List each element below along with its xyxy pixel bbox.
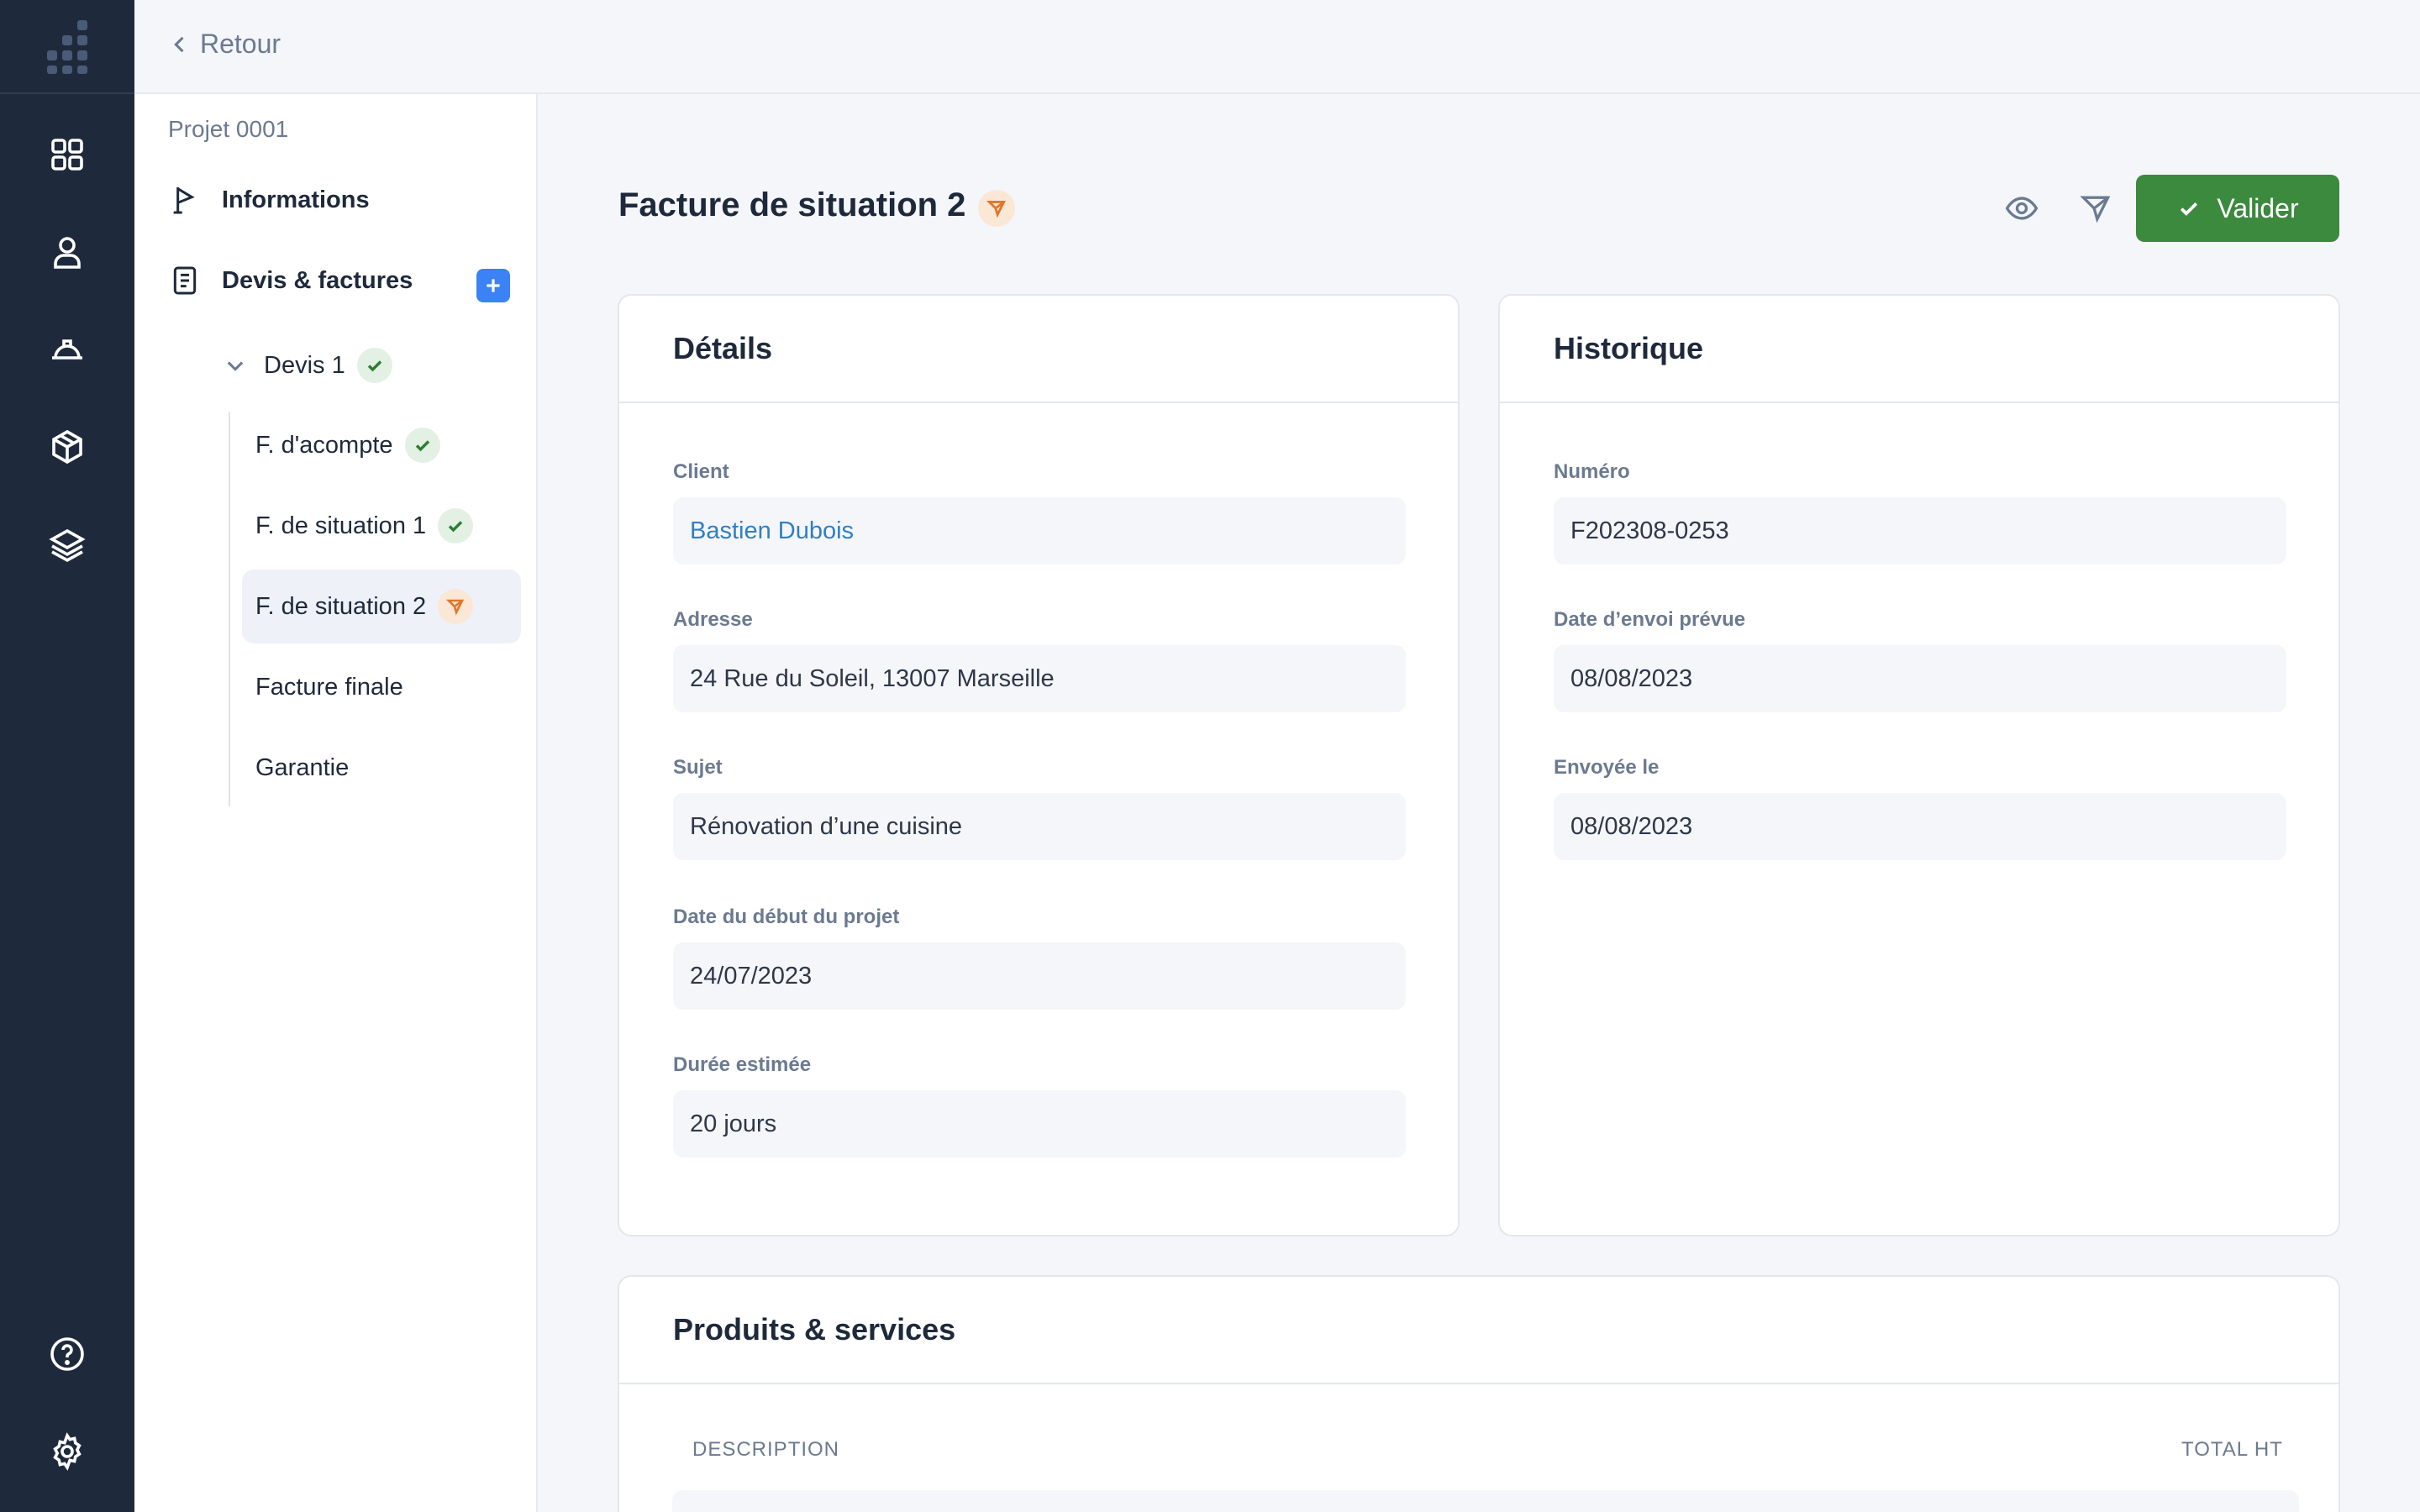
check-icon (367, 360, 381, 372)
back-label: Retour (200, 29, 281, 59)
dashboard-icon[interactable] (39, 126, 96, 183)
validate-button[interactable]: Valider (2136, 175, 2339, 242)
date-debut-field: 24/07/2023 (673, 942, 1406, 1010)
client-label: Client (673, 460, 729, 483)
duree-field: 20 jours (673, 1090, 1406, 1158)
pending-badge (978, 190, 1015, 227)
check-icon (415, 440, 429, 452)
preview-button[interactable] (2002, 188, 2042, 228)
project-label: Projet 0001 (168, 116, 289, 142)
tree-item-facture-situation-1[interactable]: F. de situation 1 (242, 489, 521, 563)
eye-icon (2005, 197, 2039, 220)
validate-label: Valider (2217, 192, 2299, 223)
tree-item-label: Garantie (255, 753, 350, 781)
envoyee-label: Envoyée le (1554, 756, 1660, 779)
chevron-left-icon (174, 36, 184, 52)
numero-field: F202308-0253 (1554, 497, 2286, 564)
tree-item-facture-situation-2[interactable]: F. de situation 2 (242, 570, 521, 643)
adresse-field: 24 Rue du Soleil, 13007 Marseille (673, 645, 1406, 712)
column-header-total-ht[interactable]: TOTAL HT (2181, 1438, 2283, 1462)
helmet-icon[interactable] (39, 321, 96, 378)
pending-badge (438, 589, 474, 624)
details-card: Détails Client Bastien Dubois Adresse 24… (618, 294, 1460, 1236)
produits-title: Produits & services (619, 1277, 2338, 1384)
sidebar-item-label: Informations (222, 186, 370, 213)
produits-card: Produits & services (618, 1275, 2340, 1512)
settings-gear-icon[interactable] (39, 1423, 96, 1480)
user-icon[interactable] (39, 223, 96, 281)
check-icon (2181, 202, 2198, 216)
validated-badge (404, 428, 440, 463)
historique-title: Historique (1500, 296, 2338, 403)
help-icon[interactable] (39, 1326, 96, 1383)
tree-item-label: F. de situation 2 (255, 592, 427, 620)
send-icon (446, 599, 465, 616)
historique-card: Historique Numéro F202308-0253 Date d’en… (1498, 294, 2340, 1236)
project-sidebar: Projet 0001 Informations Devis & facture… (134, 94, 538, 1512)
add-document-button[interactable] (476, 269, 510, 302)
validated-badge (356, 348, 392, 383)
chevron-down-icon (227, 361, 244, 371)
flag-icon (173, 187, 195, 214)
box-icon[interactable] (39, 418, 96, 475)
client-link[interactable]: Bastien Dubois (673, 497, 1406, 564)
send-icon (986, 201, 1006, 218)
details-title: Détails (619, 296, 1458, 403)
document-icon (173, 266, 197, 295)
rail-divider (0, 92, 134, 94)
send-icon (2080, 196, 2111, 223)
validated-badge (438, 508, 474, 543)
tree-item-facture-acompte[interactable]: F. d'acompte (242, 408, 521, 482)
send-button[interactable] (2075, 188, 2116, 228)
sujet-label: Sujet (673, 756, 723, 779)
tree-item-garantie[interactable]: Garantie (242, 731, 521, 805)
check-icon (448, 521, 463, 533)
date-debut-label: Date du début du projet (673, 906, 900, 928)
table-row[interactable] (672, 1490, 2299, 1512)
tree-connector (229, 412, 230, 806)
date-envoi-field: 08/08/2023 (1554, 645, 2286, 712)
page-title: Facture de situation 2 (618, 186, 966, 223)
sujet-field: Rénovation d’une cuisine (673, 793, 1406, 860)
column-header-description[interactable]: DESCRIPTION (692, 1438, 839, 1462)
top-bar: Retour (134, 0, 2420, 94)
date-envoi-label: Date d’envoi prévue (1554, 608, 1746, 631)
tree-item-devis-1[interactable]: Devis 1 (224, 348, 392, 383)
sidebar-item-informations[interactable]: Informations (168, 183, 370, 217)
adresse-label: Adresse (673, 608, 753, 631)
tree-item-label: F. de situation 1 (255, 512, 427, 539)
tree-item-label: Devis 1 (264, 351, 345, 379)
sidebar-item-label: Devis & factures (222, 266, 413, 294)
sidebar-item-devis-factures[interactable]: Devis & factures (168, 264, 413, 297)
app-logo-icon (47, 20, 87, 74)
tree-item-facture-finale[interactable]: Facture finale (242, 650, 521, 724)
envoyee-field: 08/08/2023 (1554, 793, 2286, 860)
tree-item-label: Facture finale (255, 673, 403, 701)
tree-item-label: F. d'acompte (255, 431, 393, 459)
duree-label: Durée estimée (673, 1053, 812, 1076)
layers-icon[interactable] (39, 516, 96, 573)
app-rail (0, 0, 134, 1512)
numero-label: Numéro (1554, 460, 1630, 483)
plus-icon (487, 279, 500, 292)
back-link[interactable]: Retour (168, 29, 281, 60)
